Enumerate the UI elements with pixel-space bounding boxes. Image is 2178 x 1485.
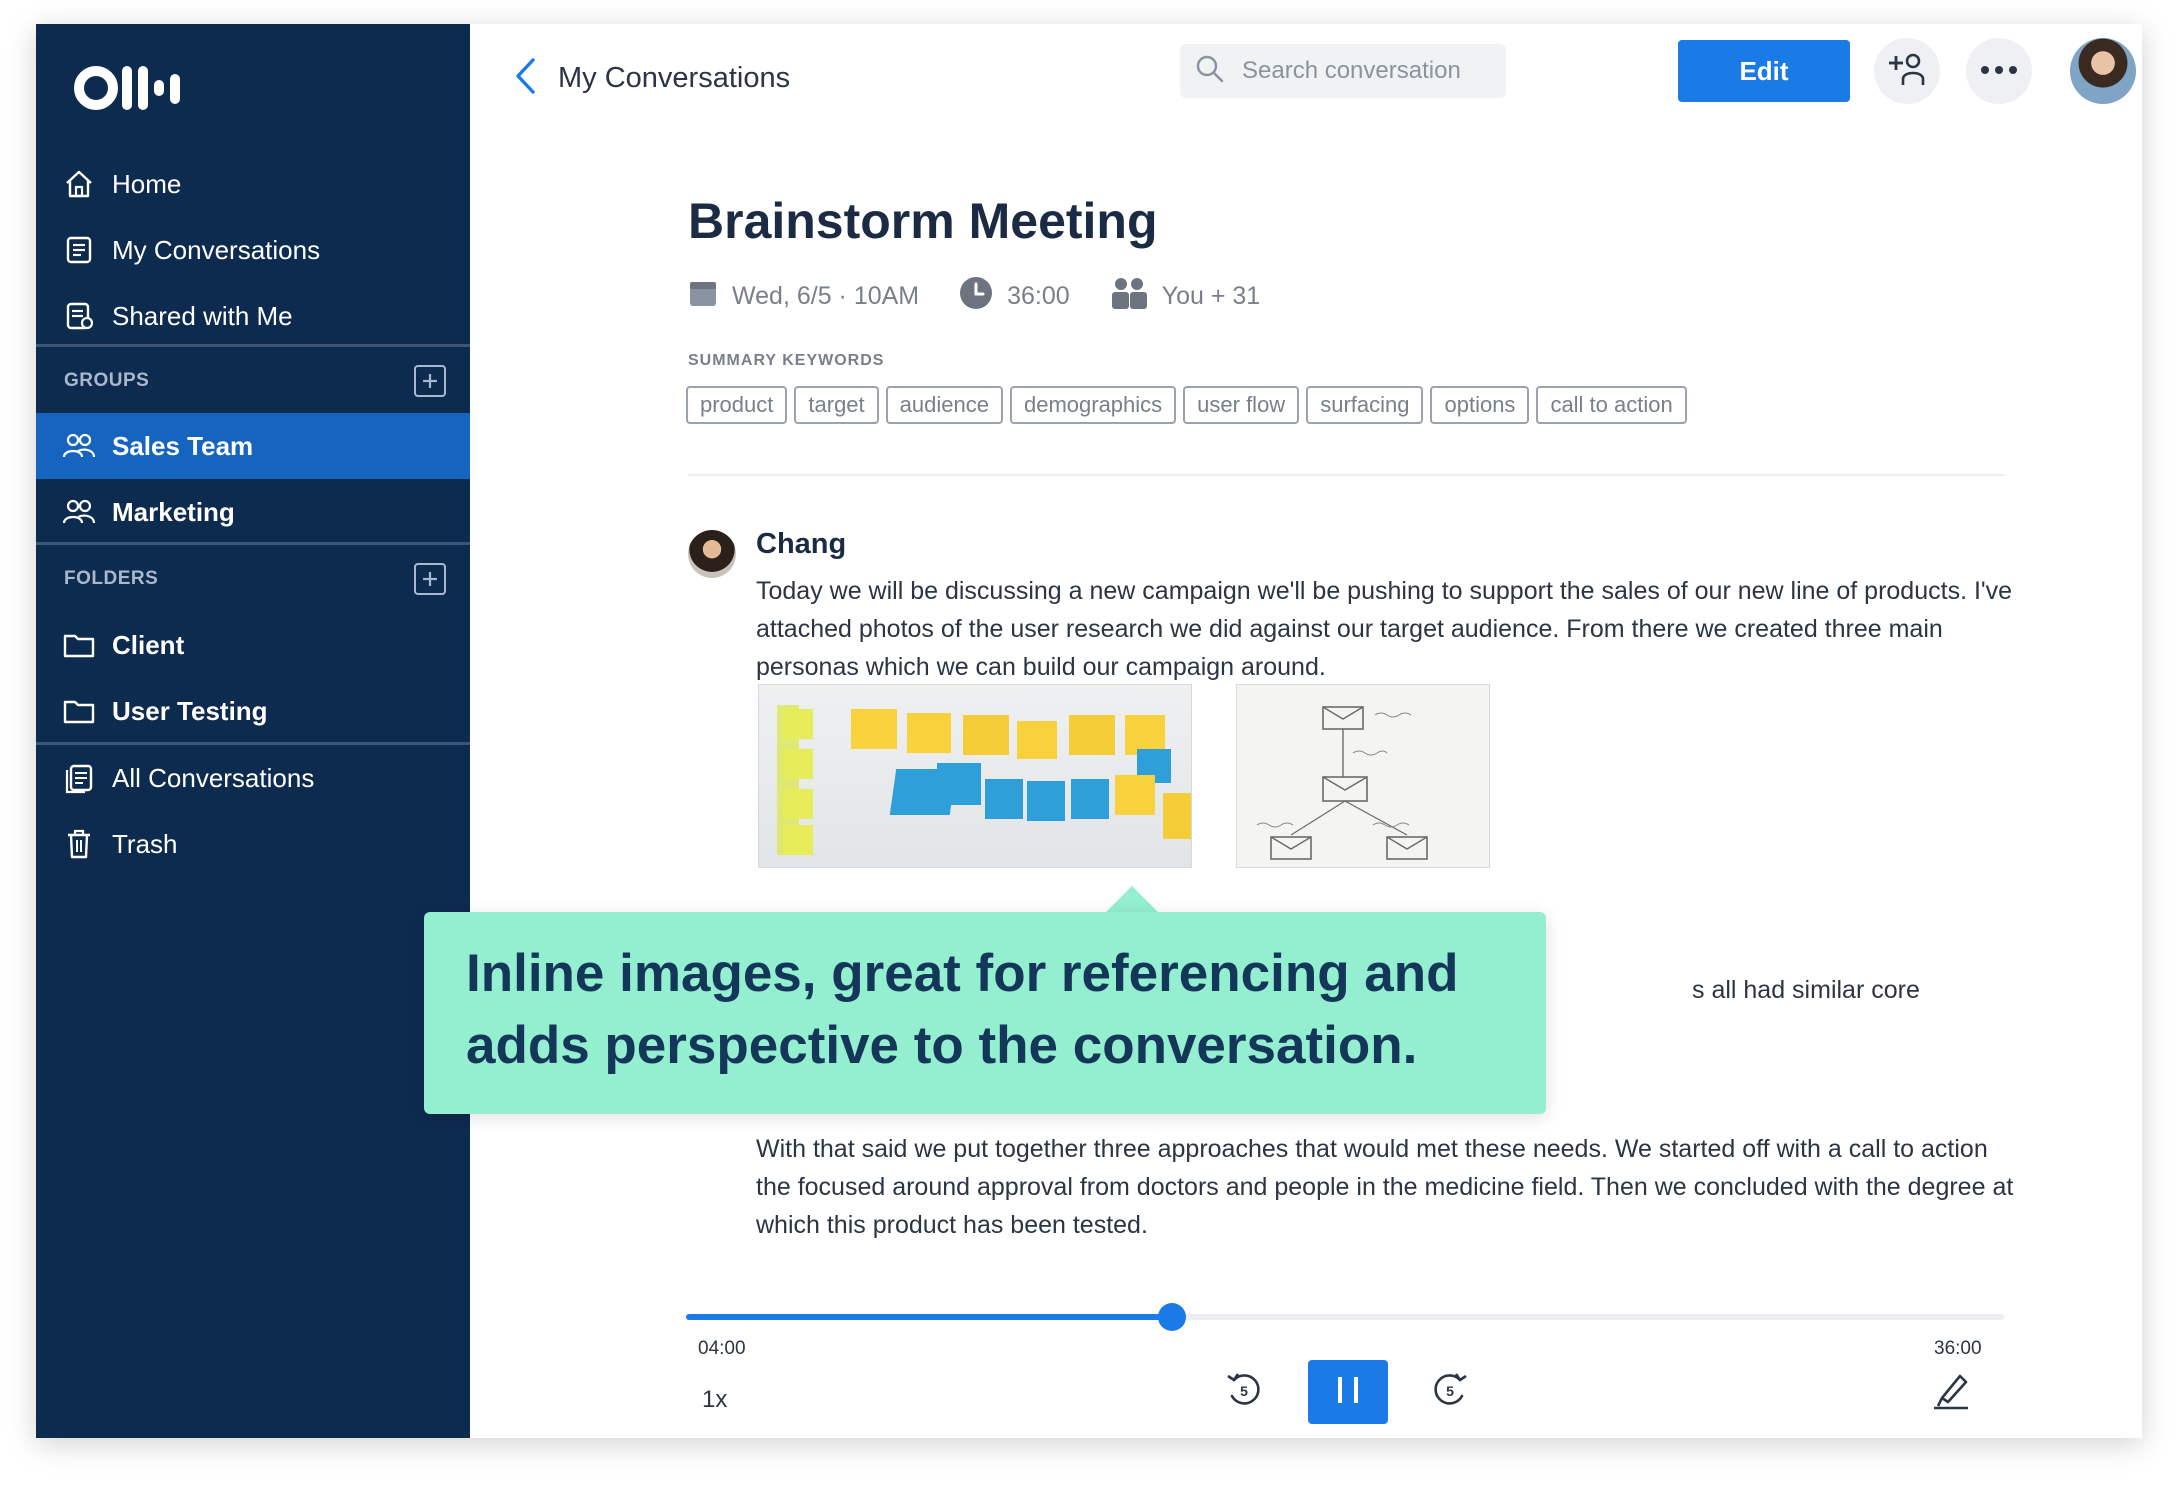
- sidebar-item-trash[interactable]: Trash: [36, 812, 470, 876]
- total-time: 36:00: [1934, 1338, 1982, 1360]
- sidebar-item-label: User Testing: [112, 696, 268, 727]
- pen-icon: [1930, 1368, 1974, 1417]
- playback-speed-button[interactable]: 1x: [702, 1386, 727, 1414]
- keyword-chip[interactable]: audience: [886, 386, 1003, 424]
- sidebar-item-home[interactable]: Home: [36, 152, 470, 216]
- folders-heading: FOLDERS: [36, 547, 470, 611]
- svg-text:5: 5: [1446, 1383, 1454, 1399]
- playback-scrubber[interactable]: [686, 1314, 2004, 1320]
- transcript-paragraph[interactable]: Today we will be discussing a new campai…: [756, 572, 2016, 686]
- meta-date-text: Wed, 6/5 · 10AM: [732, 282, 919, 311]
- user-avatar[interactable]: [2070, 38, 2136, 104]
- groups-heading: GROUPS: [36, 349, 470, 413]
- transcript-paragraph[interactable]: With that said we put together three app…: [756, 1130, 2016, 1244]
- forward-5-button[interactable]: 5: [1424, 1366, 1476, 1418]
- folder-icon: [62, 694, 96, 728]
- sidebar-item-label: Home: [112, 169, 181, 200]
- rewind-5-icon: 5: [1224, 1370, 1264, 1415]
- current-time: 04:00: [698, 1338, 746, 1360]
- conversations-icon: [62, 233, 96, 267]
- group-icon: [62, 429, 96, 463]
- keyword-chip[interactable]: product: [686, 386, 787, 424]
- keyword-chip[interactable]: user flow: [1183, 386, 1299, 424]
- sidebar-item-user-testing[interactable]: User Testing: [36, 679, 470, 743]
- sidebar-item-label: Trash: [112, 829, 178, 860]
- scrubber-handle[interactable]: [1158, 1303, 1186, 1331]
- conversation-meta: Wed, 6/5 · 10AM 36:00 You + 31: [688, 276, 1300, 317]
- add-person-icon: [1887, 51, 1927, 92]
- highlight-button[interactable]: [1926, 1366, 1978, 1418]
- page-title: Brainstorm Meeting: [688, 192, 1158, 250]
- meta-participants[interactable]: You + 31: [1110, 277, 1261, 316]
- feature-callout: Inline images, great for referencing and…: [424, 912, 1546, 1114]
- keyword-chip[interactable]: call to action: [1536, 386, 1686, 424]
- group-icon: [62, 495, 96, 529]
- sidebar-item-label: Marketing: [112, 497, 235, 528]
- back-navigation[interactable]: My Conversations: [514, 50, 790, 106]
- more-options-button[interactable]: [1966, 38, 2032, 104]
- back-title[interactable]: My Conversations: [558, 62, 790, 95]
- meta-participants-text[interactable]: You + 31: [1162, 282, 1261, 311]
- sidebar-item-my-conversations[interactable]: My Conversations: [36, 218, 470, 282]
- section-divider: [688, 474, 2004, 476]
- more-horizontal-icon: [1979, 62, 2019, 80]
- search-box[interactable]: [1180, 44, 1506, 98]
- sidebar-item-shared-with-me[interactable]: Shared with Me: [36, 284, 470, 348]
- tooltip-arrow: [1104, 886, 1160, 914]
- sidebar-item-label: My Conversations: [112, 235, 320, 266]
- search-input[interactable]: [1240, 56, 1494, 86]
- otter-logo[interactable]: [74, 60, 198, 116]
- edit-button[interactable]: Edit: [1678, 40, 1850, 102]
- sidebar: Home My Conversations Shared with Me GRO…: [36, 24, 470, 1438]
- inline-image-flow-sketch[interactable]: [1236, 684, 1490, 868]
- groups-heading-label: GROUPS: [64, 370, 149, 392]
- share-button[interactable]: [1874, 38, 1940, 104]
- add-group-button[interactable]: [414, 365, 446, 397]
- sidebar-divider: [36, 742, 470, 745]
- speaker-avatar: [688, 530, 736, 578]
- playback-progress: [686, 1314, 1172, 1320]
- sidebar-item-marketing[interactable]: Marketing: [36, 480, 470, 544]
- sidebar-item-client[interactable]: Client: [36, 613, 470, 677]
- sidebar-item-sales-team[interactable]: Sales Team: [36, 413, 470, 479]
- app-window: Home My Conversations Shared with Me GRO…: [36, 24, 2142, 1438]
- sidebar-item-label: Shared with Me: [112, 301, 293, 332]
- sidebar-item-label: All Conversations: [112, 763, 314, 794]
- sidebar-item-label: Sales Team: [112, 431, 253, 462]
- sidebar-divider: [36, 542, 470, 545]
- folders-heading-label: FOLDERS: [64, 568, 158, 590]
- sidebar-divider: [36, 344, 470, 347]
- speaker-name[interactable]: Chang: [756, 528, 846, 561]
- meta-duration-text: 36:00: [1007, 282, 1070, 311]
- trash-icon: [62, 827, 96, 861]
- calendar-icon: [688, 278, 732, 315]
- svg-text:5: 5: [1240, 1383, 1248, 1399]
- meta-duration: 36:00: [959, 276, 1070, 317]
- clock-icon: [959, 276, 1007, 317]
- keyword-list: product target audience demographics use…: [686, 386, 1694, 424]
- conversation-panel: My Conversations Edit Brainstorm Meeting: [470, 24, 2142, 1438]
- folder-icon: [62, 628, 96, 662]
- keyword-chip[interactable]: target: [794, 386, 878, 424]
- sidebar-item-all-conversations[interactable]: All Conversations: [36, 746, 470, 810]
- keyword-chip[interactable]: demographics: [1010, 386, 1176, 424]
- keyword-chip[interactable]: options: [1430, 386, 1529, 424]
- keyword-chip[interactable]: surfacing: [1306, 386, 1423, 424]
- meta-date: Wed, 6/5 · 10AM: [688, 278, 919, 315]
- shared-icon: [62, 299, 96, 333]
- home-icon: [62, 167, 96, 201]
- search-icon: [1194, 53, 1226, 90]
- transcript-partial-line[interactable]: s all had similar core: [1692, 976, 1920, 1005]
- pause-button[interactable]: [1308, 1360, 1388, 1424]
- sidebar-item-label: Client: [112, 630, 184, 661]
- inline-image-sticky-notes[interactable]: [758, 684, 1192, 868]
- all-conversations-icon: [62, 761, 96, 795]
- summary-keywords-heading: SUMMARY KEYWORDS: [688, 352, 884, 370]
- pause-icon: [1334, 1375, 1362, 1410]
- chevron-left-icon[interactable]: [514, 57, 536, 100]
- add-folder-button[interactable]: [414, 563, 446, 595]
- rewind-5-button[interactable]: 5: [1218, 1366, 1270, 1418]
- people-icon: [1110, 277, 1162, 316]
- forward-5-icon: 5: [1430, 1370, 1470, 1415]
